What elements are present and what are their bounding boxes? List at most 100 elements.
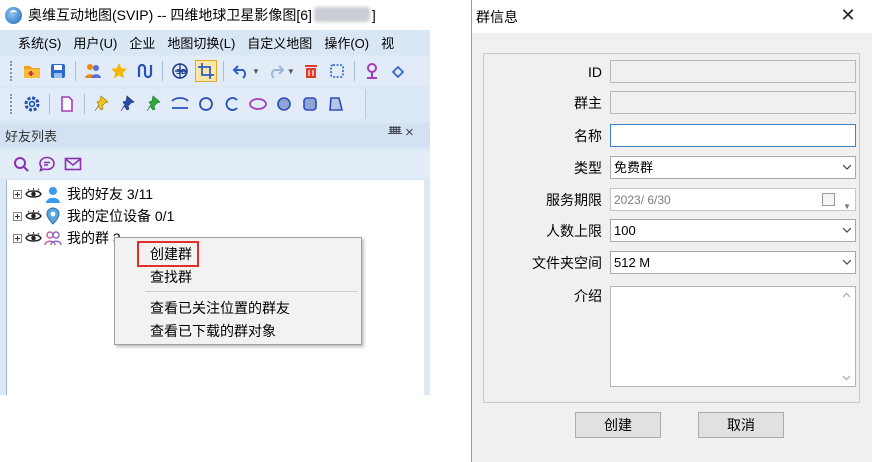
- menu-bar: 系统(S) 用户(U) 企业 地图切换(L) 自定义地图 操作(O) 视: [0, 30, 430, 54]
- square-rounded-icon[interactable]: [299, 93, 321, 115]
- crop-icon[interactable]: [195, 60, 217, 82]
- service-period-datepicker: 2023/ 6/30 ▼: [610, 188, 856, 211]
- member-limit-select[interactable]: 100: [610, 219, 856, 242]
- expand-icon[interactable]: [13, 211, 22, 221]
- panel-title: 好友列表: [5, 128, 58, 144]
- close-icon[interactable]: ✕: [838, 5, 858, 27]
- dialog-title: 群信息: [476, 8, 518, 25]
- chevron-down-icon: ▼: [843, 202, 851, 211]
- type-select[interactable]: 免费群: [610, 156, 856, 179]
- intro-textarea[interactable]: [610, 286, 856, 387]
- settings-gear-icon[interactable]: [21, 93, 43, 115]
- tree-node-devices[interactable]: 我的定位设备 0/1: [13, 206, 174, 226]
- document-icon[interactable]: [56, 93, 78, 115]
- toolbar-separator: [223, 61, 224, 81]
- scroll-up-icon[interactable]: [842, 291, 851, 300]
- group-info-form: ID 群主 名称 类型 免费群 服务期限 2023/ 6/30 ▼ 人数上限 1…: [483, 53, 860, 403]
- visibility-eye-icon[interactable]: [25, 209, 42, 223]
- menu-item-view-followed-members[interactable]: 查看已关注位置的群友: [150, 297, 290, 319]
- window-title: 奥维互动地图(SVIP) -- 四维地球卫星影像图[6]]: [28, 5, 376, 25]
- globe-3d-icon[interactable]: 3D: [169, 60, 191, 82]
- menu-user[interactable]: 用户(U): [67, 33, 123, 52]
- context-menu: 创建群 查找群 查看已关注位置的群友 查看已下载的群对象: [114, 237, 362, 345]
- member-limit-label: 人数上限: [546, 223, 602, 239]
- member-limit-value: 100: [614, 223, 636, 238]
- intro-label: 介绍: [574, 288, 602, 304]
- mail-icon[interactable]: [62, 153, 84, 175]
- panel-toolbar: [0, 150, 430, 178]
- circle-filled-icon[interactable]: [273, 93, 295, 115]
- scroll-down-icon[interactable]: [842, 373, 851, 382]
- app-logo-icon: [5, 6, 22, 24]
- pin-user-icon[interactable]: [361, 60, 383, 82]
- polygon-icon[interactable]: [325, 93, 347, 115]
- menu-view[interactable]: 视: [375, 33, 400, 52]
- polyline-icon[interactable]: [169, 93, 191, 115]
- chevron-down-icon: [843, 227, 851, 233]
- menu-item-find-group[interactable]: 查找群: [150, 266, 192, 288]
- folder-space-label: 文件夹空间: [532, 255, 602, 271]
- redo-icon[interactable]: [265, 60, 287, 82]
- menu-item-create-group[interactable]: 创建群: [150, 243, 192, 265]
- menu-item-view-downloaded-objects[interactable]: 查看已下载的群对象: [150, 320, 276, 342]
- search-icon[interactable]: [10, 153, 32, 175]
- star-icon[interactable]: [108, 60, 130, 82]
- type-select-value: 免费群: [614, 160, 654, 175]
- select-rect-icon[interactable]: [326, 60, 348, 82]
- type-label: 类型: [574, 160, 602, 176]
- window-title-suffix: ]: [371, 7, 376, 23]
- main-toolbar: 3D ▼ ▼: [0, 56, 430, 86]
- route-icon[interactable]: [134, 60, 156, 82]
- pushpin-green-icon[interactable]: [143, 93, 165, 115]
- service-period-label: 服务期限: [546, 192, 602, 208]
- folder-space-select[interactable]: 512 M: [610, 251, 856, 274]
- location-device-icon: [44, 207, 62, 225]
- expand-icon[interactable]: [13, 189, 22, 199]
- tree-node-friends[interactable]: 我的好友 3/11: [13, 184, 153, 204]
- redo-dropdown-arrow[interactable]: ▼: [287, 67, 295, 76]
- group-info-dialog: 群信息 ✕ ID 群主 名称 类型 免费群 服务期限 2023/ 6/30 ▼ …: [471, 0, 872, 462]
- undo-icon[interactable]: [230, 60, 252, 82]
- cancel-button[interactable]: 取消: [698, 412, 784, 438]
- delete-icon[interactable]: [300, 60, 322, 82]
- main-window: 奥维互动地图(SVIP) -- 四维地球卫星影像图[6]] 系统(S) 用户(U…: [0, 0, 430, 395]
- eraser-icon[interactable]: [387, 60, 409, 82]
- arc-icon[interactable]: [221, 93, 243, 115]
- name-label: 名称: [574, 128, 602, 144]
- toolbar-grip: [10, 61, 13, 81]
- save-icon[interactable]: [47, 60, 69, 82]
- undo-dropdown-arrow[interactable]: ▼: [252, 67, 260, 76]
- visibility-eye-icon[interactable]: [25, 231, 42, 245]
- tree-node-label: 我的群 3: [67, 230, 121, 246]
- open-folder-icon[interactable]: [21, 60, 43, 82]
- pushpin-blue-icon[interactable]: [117, 93, 139, 115]
- menu-custom-map[interactable]: 自定义地图: [241, 33, 318, 52]
- close-panel-icon[interactable]: ×: [405, 124, 414, 141]
- ellipse-icon[interactable]: [247, 93, 269, 115]
- circle-icon[interactable]: [195, 93, 217, 115]
- owner-field: [610, 91, 856, 114]
- folder-space-value: 512 M: [614, 255, 651, 270]
- friend-list-panel-header: 好友列表 ᚙ ×: [0, 123, 430, 147]
- owner-label: 群主: [574, 95, 602, 111]
- redacted-username: [313, 7, 370, 22]
- chat-icon[interactable]: [36, 153, 58, 175]
- dialog-titlebar: 群信息 ✕: [472, 0, 872, 33]
- users-icon[interactable]: [82, 60, 104, 82]
- create-button[interactable]: 创建: [575, 412, 661, 438]
- name-field[interactable]: [610, 124, 856, 147]
- pushpin-yellow-icon[interactable]: [91, 93, 113, 115]
- title-bar: 奥维互动地图(SVIP) -- 四维地球卫星影像图[6]]: [0, 0, 430, 30]
- tree-node-groups[interactable]: 我的群 3: [13, 228, 121, 248]
- pin-icon[interactable]: ᚙ: [388, 126, 402, 140]
- menu-map-switch[interactable]: 地图切换(L): [161, 33, 241, 52]
- menu-operation[interactable]: 操作(O): [318, 33, 375, 52]
- menu-system[interactable]: 系统(S): [12, 33, 67, 52]
- tree-node-label: 我的定位设备 0/1: [67, 208, 175, 224]
- visibility-eye-icon[interactable]: [25, 187, 42, 201]
- intro-scrollbar[interactable]: [838, 287, 855, 386]
- menu-enterprise[interactable]: 企业: [123, 33, 161, 52]
- expand-icon[interactable]: [13, 233, 22, 243]
- tree-node-label: 我的好友 3/11: [67, 186, 154, 202]
- menu-separator: [145, 291, 358, 292]
